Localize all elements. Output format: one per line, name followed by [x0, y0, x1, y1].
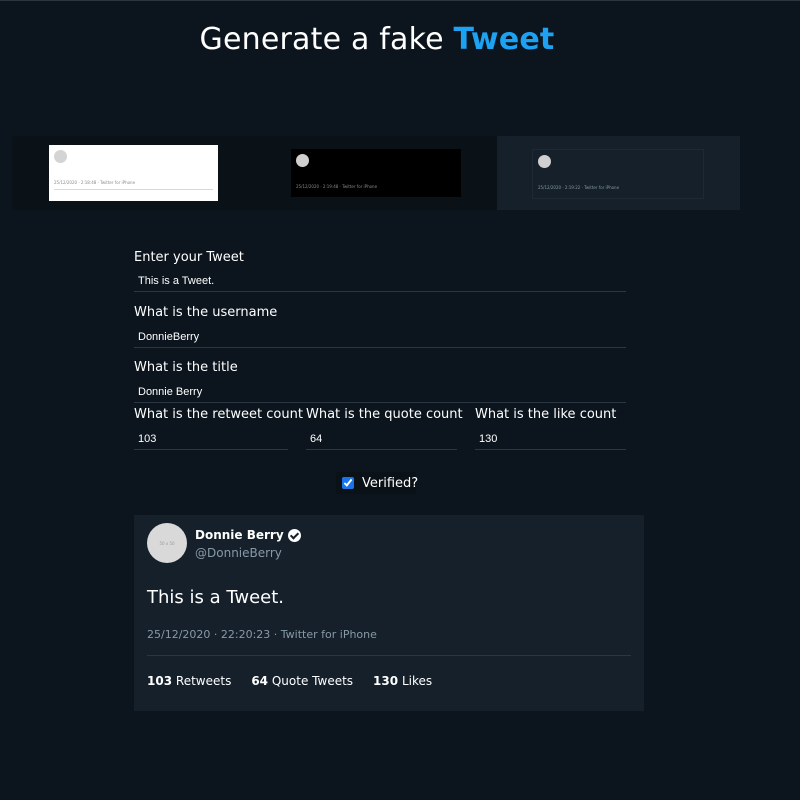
thumbnail-meta: 25/12/2020 · 2:18:48 · Twitter for iPhon…: [54, 180, 136, 185]
theme-thumbnail-dim: 25/12/2020 · 2:19:22 · Twitter for iPhon…: [532, 149, 704, 199]
retweets-stat: 103 Retweets: [147, 674, 231, 688]
tweet-label: Enter your Tweet: [134, 250, 244, 265]
verified-badge-icon: [287, 528, 301, 542]
like-count-label: What is the like count: [475, 407, 617, 422]
likes-stat: 130 Likes: [373, 674, 432, 688]
retweets-count: 103: [147, 674, 173, 688]
retweet-count-label: What is the retweet count: [134, 407, 303, 422]
quotes-label: Quote Tweets: [271, 674, 354, 688]
title-input[interactable]: [134, 381, 626, 403]
thumbnail-avatar: [54, 150, 67, 163]
verified-label: Verified?: [362, 475, 419, 491]
thumbnail-avatar: [538, 155, 551, 168]
theme-option-black[interactable]: 25/12/2020 · 2:19:48 · Twitter for iPhon…: [255, 136, 497, 210]
handle: @DonnieBerry: [195, 546, 282, 560]
theme-thumbnail-light: 25/12/2020 · 2:18:48 · Twitter for iPhon…: [49, 145, 218, 201]
username-label: What is the username: [134, 305, 278, 320]
username-input[interactable]: [134, 326, 626, 348]
tweet-stats: 103 Retweets 64 Quote Tweets 130 Likes: [147, 674, 452, 688]
page-title: Generate a fake Tweet: [0, 22, 754, 57]
quote-count-label: What is the quote count: [306, 407, 463, 422]
thumbnail-divider: [54, 189, 213, 190]
display-name: Donnie Berry: [195, 528, 301, 542]
tweet-divider: [147, 655, 631, 656]
verified-toggle[interactable]: Verified?: [336, 472, 419, 494]
avatar: 50 x 50: [147, 523, 187, 563]
likes-label: Likes: [401, 674, 433, 688]
page-title-accent: Tweet: [453, 22, 555, 57]
tweet-input[interactable]: [134, 270, 626, 292]
quotes-stat: 64 Quote Tweets: [251, 674, 353, 688]
title-label: What is the title: [134, 360, 238, 375]
tweet-meta: 25/12/2020 · 22:20:23 · Twitter for iPho…: [147, 628, 377, 641]
like-count-input[interactable]: [475, 428, 626, 450]
retweet-count-input[interactable]: [134, 428, 288, 450]
thumbnail-avatar: [296, 154, 309, 167]
page-title-prefix: Generate a fake: [199, 22, 444, 57]
quotes-count: 64: [251, 674, 269, 688]
top-divider: [0, 0, 800, 1]
verified-checkbox[interactable]: [342, 477, 354, 489]
thumbnail-meta: 25/12/2020 · 2:19:22 · Twitter for iPhon…: [538, 185, 620, 190]
display-name-text: Donnie Berry: [195, 528, 284, 542]
retweets-label: Retweets: [175, 674, 232, 688]
theme-thumbnail-black: 25/12/2020 · 2:19:48 · Twitter for iPhon…: [291, 149, 461, 197]
thumbnail-meta: 25/12/2020 · 2:19:48 · Twitter for iPhon…: [296, 184, 378, 189]
likes-count: 130: [373, 674, 399, 688]
tweet-preview-card: 50 x 50 Donnie Berry @DonnieBerry This i…: [134, 515, 644, 711]
quote-count-input[interactable]: [306, 428, 457, 450]
theme-selector: 25/12/2020 · 2:18:48 · Twitter for iPhon…: [12, 136, 740, 210]
theme-option-light[interactable]: 25/12/2020 · 2:18:48 · Twitter for iPhon…: [12, 136, 255, 210]
tweet-text: This is a Tweet.: [147, 587, 285, 608]
theme-option-dim[interactable]: 25/12/2020 · 2:19:22 · Twitter for iPhon…: [497, 136, 740, 210]
